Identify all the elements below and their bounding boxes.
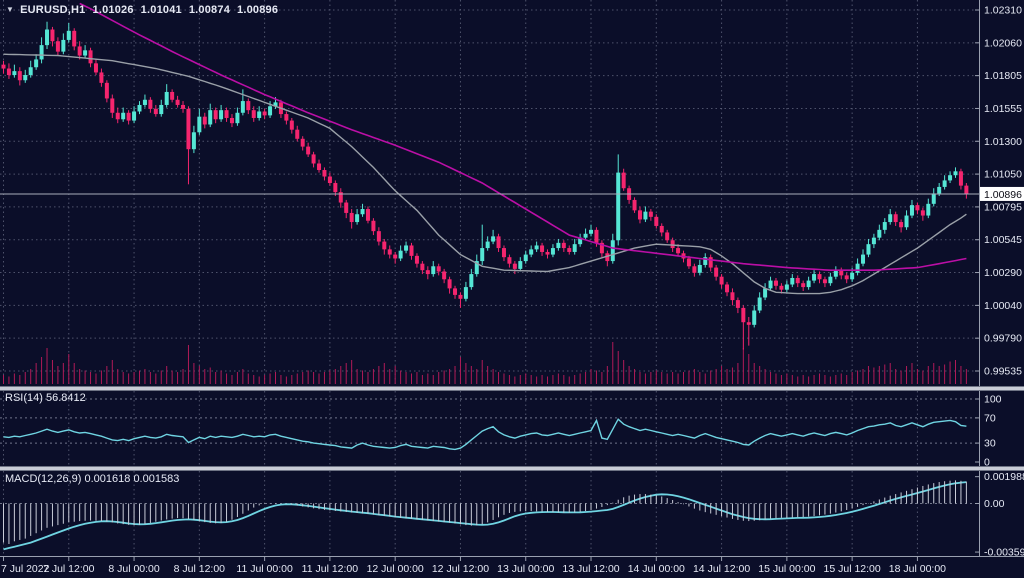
price-tick-label: 1.00545 <box>984 234 1022 246</box>
time-tick-label: 13 Jul 00:00 <box>497 563 554 575</box>
time-tick-label: 8 Jul 12:00 <box>174 563 226 575</box>
time-tick-label: 18 Jul 00:00 <box>889 563 946 575</box>
rsi-tick-label: 70 <box>984 412 996 424</box>
price-tick-label: 1.02060 <box>984 37 1022 49</box>
price-tick-label: 1.00290 <box>984 267 1022 279</box>
time-tick-label: 14 Jul 12:00 <box>693 563 750 575</box>
rsi-tick-label: 30 <box>984 438 996 450</box>
price-tick-label: 1.02310 <box>984 5 1022 17</box>
time-tick-label: 11 Jul 00:00 <box>236 563 293 575</box>
price-tick-label: 0.99535 <box>984 365 1022 377</box>
time-tick-label: 8 Jul 00:00 <box>108 563 160 575</box>
macd-tick-label: 0.001988 <box>984 471 1024 483</box>
chart-canvas[interactable]: 1.00896 1.02310 1.02060 1.01805 1.01555 1.013… <box>0 0 1024 578</box>
time-tick-label: 11 Jul 12:00 <box>302 563 359 575</box>
time-tick-label: 12 Jul 12:00 <box>432 563 489 575</box>
price-tick-label: 1.01555 <box>984 103 1022 115</box>
macd-tick-label: 0.00 <box>984 498 1005 510</box>
current-price-badge: 1.00896 <box>980 187 1024 201</box>
time-tick-label: 12 Jul 00:00 <box>367 563 424 575</box>
price-tick-label: 1.01300 <box>984 136 1022 148</box>
time-tick-label: 15 Jul 00:00 <box>758 563 815 575</box>
pane-separator[interactable] <box>0 466 1024 471</box>
pane-separator[interactable] <box>0 386 1024 391</box>
trading-chart-window: 1.00896 1.02310 1.02060 1.01805 1.01555 1.013… <box>0 0 1024 578</box>
macd-tick-label: -0.003597 <box>984 547 1024 559</box>
price-tick-label: 1.01050 <box>984 169 1022 181</box>
svg-text:1.00896: 1.00896 <box>984 189 1022 201</box>
main-pane-surface[interactable] <box>0 0 979 386</box>
time-tick-label: 14 Jul 00:00 <box>628 563 685 575</box>
time-tick-label: 13 Jul 12:00 <box>562 563 619 575</box>
time-tick-label: 7 Jul 12:00 <box>43 563 95 575</box>
price-tick-label: 1.00040 <box>984 300 1022 312</box>
macd-pane-surface[interactable] <box>0 471 979 556</box>
price-tick-label: 1.01805 <box>984 70 1022 82</box>
price-tick-label: 1.00795 <box>984 201 1022 213</box>
time-tick-label: 15 Jul 12:00 <box>824 563 881 575</box>
price-tick-label: 0.99790 <box>984 333 1022 345</box>
rsi-tick-label: 100 <box>984 394 1002 406</box>
